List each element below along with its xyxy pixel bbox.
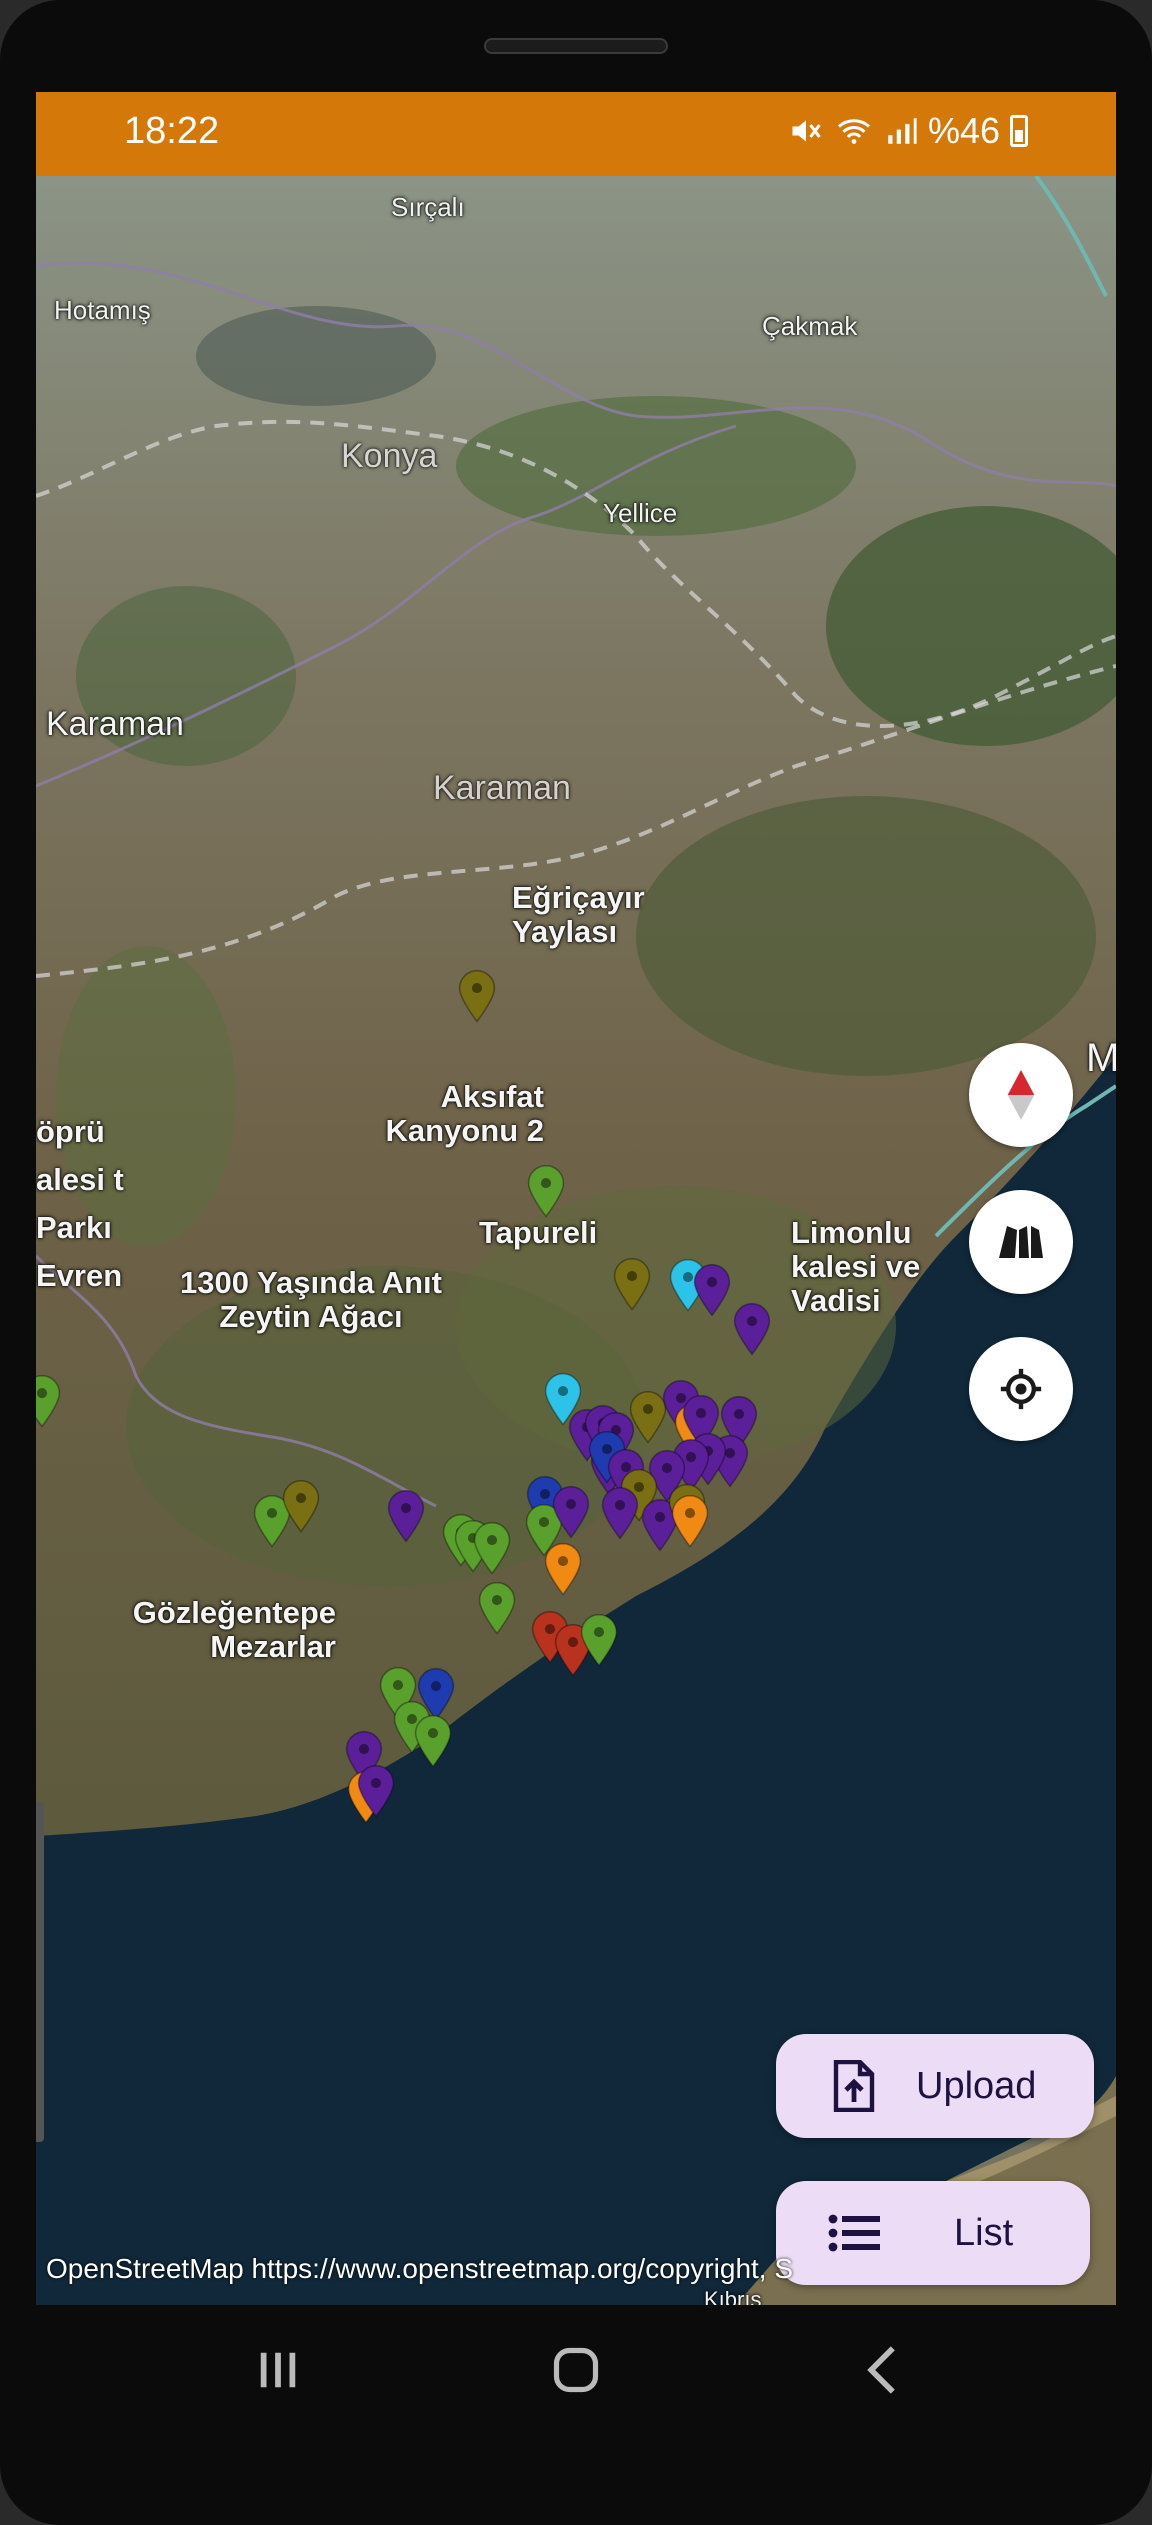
- map-label-m: M: [1086, 1036, 1116, 1080]
- purple-map-marker[interactable]: [601, 1486, 639, 1540]
- file-upload-icon: [824, 2056, 884, 2116]
- home-icon: [553, 2347, 599, 2393]
- map-label-cakmak: Çakmak: [762, 311, 858, 341]
- purple-map-marker[interactable]: [552, 1485, 590, 1539]
- my-location-icon: [1000, 1368, 1042, 1410]
- upload-button[interactable]: Upload: [776, 2034, 1094, 2138]
- map-label-kibris: Kıbrıs: [704, 2287, 762, 2305]
- green-map-marker[interactable]: [473, 1521, 511, 1575]
- battery-percent: %46: [927, 110, 1000, 151]
- wifi-icon: [837, 119, 870, 144]
- purple-map-marker[interactable]: [733, 1302, 771, 1356]
- app-screen: 18:22 %46 Sırçalı Hotamış Çakmak Konya Y…: [36, 92, 1116, 2305]
- home-button[interactable]: [536, 2335, 616, 2405]
- mute-icon: [792, 120, 821, 142]
- signal-icon: [888, 118, 917, 144]
- map-label-tapureli: Tapureli: [479, 1215, 598, 1250]
- purple-map-marker[interactable]: [387, 1489, 425, 1543]
- status-icons: %46: [788, 110, 1028, 152]
- list-icon: [824, 2203, 884, 2263]
- status-bar: 18:22 %46: [36, 92, 1116, 176]
- map-label-karaman-region: Karaman: [433, 769, 571, 807]
- map-type-button[interactable]: [969, 1190, 1073, 1294]
- olive-map-marker[interactable]: [282, 1479, 320, 1533]
- status-time: 18:22: [124, 110, 220, 152]
- orange-map-marker[interactable]: [671, 1494, 709, 1548]
- locate-button[interactable]: [969, 1337, 1073, 1441]
- drawer-handle[interactable]: [36, 1802, 44, 2142]
- green-map-marker[interactable]: [414, 1714, 452, 1768]
- olive-map-marker[interactable]: [613, 1257, 651, 1311]
- map-layers-icon: [999, 1226, 1043, 1258]
- system-nav-bar: [0, 2305, 1152, 2435]
- map-label-koprulu: öprü alesi t Parkı Evren: [36, 1114, 124, 1294]
- purple-map-marker[interactable]: [693, 1263, 731, 1317]
- phone-frame: 18:22 %46 Sırçalı Hotamış Çakmak Konya Y…: [0, 0, 1152, 2525]
- purple-map-marker[interactable]: [357, 1764, 395, 1818]
- green-map-marker[interactable]: [527, 1164, 565, 1218]
- map-label-gozlegentepe: Gözleğentepe Mezarlar: [132, 1595, 336, 1665]
- back-button[interactable]: [842, 2335, 922, 2405]
- list-label: List: [954, 2211, 1014, 2254]
- map-label-hotamis: Hotamış: [54, 295, 151, 325]
- list-button[interactable]: List: [776, 2181, 1090, 2285]
- map-label-konya: Konya: [341, 437, 438, 475]
- compass-button[interactable]: [969, 1043, 1073, 1147]
- map-label-yellice: Yellice: [603, 498, 678, 528]
- back-icon: [867, 2346, 895, 2394]
- battery-icon: [1010, 115, 1028, 147]
- map-attribution[interactable]: OpenStreetMap https://www.openstreetmap.…: [46, 2253, 793, 2285]
- map-view[interactable]: Sırçalı Hotamış Çakmak Konya Yellice Kar…: [36, 176, 1116, 2305]
- recents-icon: [260, 2352, 296, 2388]
- map-label-egricayir: Eğriçayır Yaylası: [512, 880, 645, 950]
- recents-button[interactable]: [238, 2335, 318, 2405]
- map-label-anit-zeytin: 1300 Yaşında Anıt Zeytin Ağacı: [180, 1265, 442, 1335]
- green-map-marker[interactable]: [580, 1613, 618, 1667]
- map-label-limonlu: Limonlu kalesi ve Vadisi: [791, 1215, 921, 1319]
- map-label-sircali: Sırçalı: [391, 192, 465, 222]
- green-map-marker[interactable]: [478, 1581, 516, 1635]
- orange-map-marker[interactable]: [544, 1542, 582, 1596]
- green-map-marker[interactable]: [36, 1374, 61, 1428]
- map-label-aksifat: Aksıfat Kanyonu 2: [385, 1079, 544, 1149]
- compass-icon: [1007, 1070, 1035, 1120]
- earpiece-speaker: [484, 38, 668, 54]
- upload-label: Upload: [916, 2064, 1037, 2107]
- olive-map-marker[interactable]: [458, 969, 496, 1023]
- map-label-karaman-city: Karaman: [46, 705, 184, 743]
